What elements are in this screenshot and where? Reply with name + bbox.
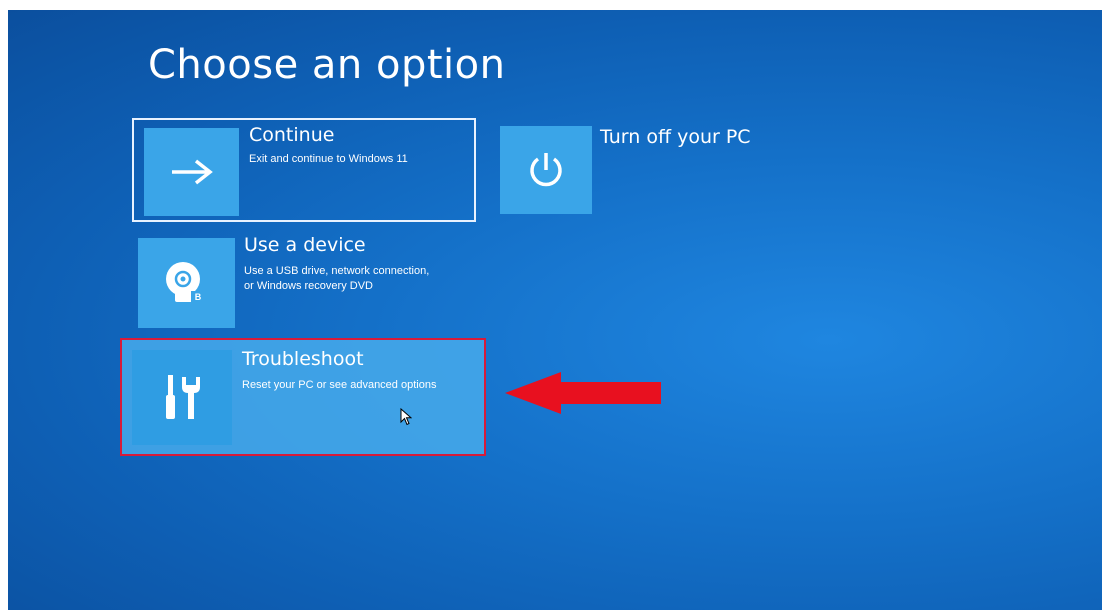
turn-off-title: Turn off your PC	[600, 126, 751, 148]
arrow-right-icon	[171, 159, 213, 185]
mouse-cursor-icon	[400, 408, 412, 426]
continue-title: Continue	[249, 124, 335, 146]
use-device-title: Use a device	[244, 234, 366, 256]
continue-description: Exit and continue to Windows 11	[249, 153, 408, 165]
turn-off-option[interactable]: Turn off your PC	[500, 126, 760, 218]
continue-tile	[144, 128, 239, 216]
use-device-tile: B	[138, 238, 235, 328]
troubleshoot-description: Reset your PC or see advanced options	[242, 379, 437, 391]
troubleshoot-option[interactable]: Troubleshoot Reset your PC or see advanc…	[120, 338, 486, 456]
svg-text:B: B	[194, 292, 201, 302]
use-device-description: Use a USB drive, network connection, or …	[244, 265, 430, 292]
continue-option[interactable]: Continue Exit and continue to Windows 11	[132, 118, 476, 222]
tools-icon	[166, 374, 200, 419]
red-arrow-annotation-icon	[505, 372, 661, 414]
page-title: Choose an option	[148, 42, 506, 88]
turn-off-tile	[500, 126, 592, 214]
use-device-option[interactable]: B Use a device Use a USB drive, network …	[138, 234, 478, 330]
troubleshoot-tile	[132, 350, 232, 445]
troubleshoot-title: Troubleshoot	[242, 348, 364, 370]
disc-drive-icon: B	[165, 262, 205, 302]
recovery-screen: Choose an option Continue Exit and conti…	[8, 10, 1102, 610]
power-icon	[530, 153, 562, 187]
